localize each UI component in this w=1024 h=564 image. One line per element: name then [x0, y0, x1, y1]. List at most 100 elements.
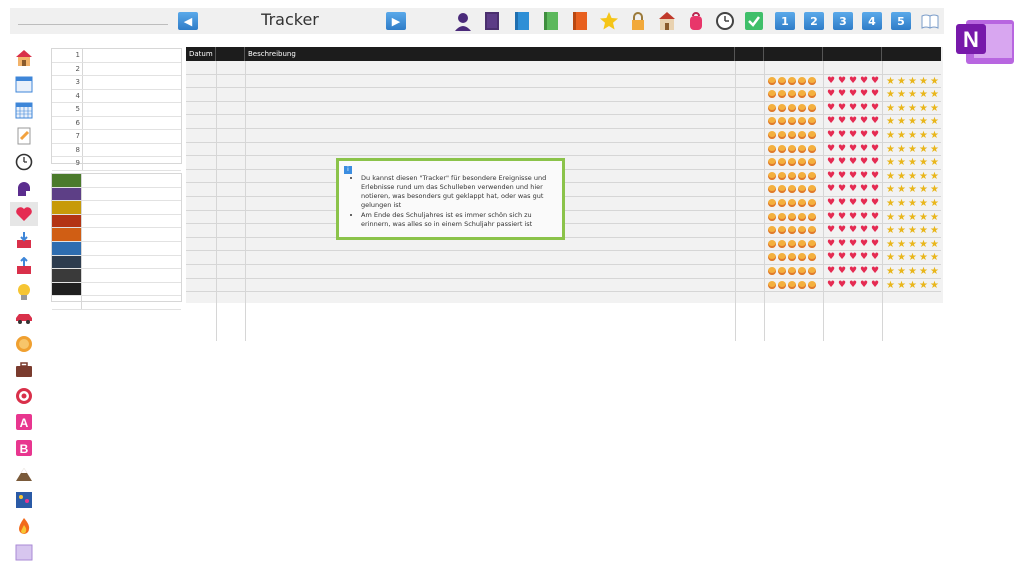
smiley-icon[interactable] [798, 117, 806, 126]
heart-icon[interactable]: ♥ [849, 253, 858, 262]
smiley-icon[interactable] [808, 212, 816, 221]
star-icon[interactable]: ★ [886, 253, 895, 263]
smiley-rating[interactable] [768, 239, 816, 248]
star-icon[interactable]: ★ [919, 117, 928, 127]
table-row[interactable]: ♥ ♥ ♥ ♥ ♥ ★ ★ ★ ★ ★ [186, 143, 941, 157]
heart-icon[interactable]: ♥ [871, 158, 880, 167]
color-row[interactable] [52, 187, 181, 202]
heart-rating[interactable]: ♥ ♥ ♥ ♥ ♥ [827, 76, 880, 86]
backpack-icon[interactable] [686, 11, 706, 31]
color-row[interactable] [52, 174, 181, 188]
star-icon[interactable]: ★ [919, 226, 928, 236]
smiley-icon[interactable] [798, 199, 806, 207]
smiley-icon[interactable] [808, 103, 816, 112]
sidebar-item-inbox-down[interactable] [10, 228, 38, 252]
star-icon[interactable]: ★ [886, 239, 895, 249]
star-icon[interactable]: ★ [886, 103, 895, 113]
smiley-icon[interactable] [778, 280, 786, 289]
heart-icon[interactable]: ♥ [838, 212, 847, 222]
star-icon[interactable]: ★ [897, 103, 906, 113]
heart-icon[interactable]: ♥ [838, 280, 847, 290]
table-row[interactable]: ♥ ♥ ♥ ♥ ♥ ★ ★ ★ ★ ★ [186, 129, 941, 143]
color-row[interactable] [52, 228, 181, 242]
star-icon[interactable]: ★ [919, 212, 928, 222]
color-row[interactable] [52, 241, 181, 256]
color-row[interactable] [52, 296, 181, 310]
list-item[interactable]: 6 [52, 116, 181, 130]
smiley-icon[interactable] [778, 226, 786, 235]
star-rating[interactable]: ★ ★ ★ ★ ★ [886, 267, 939, 277]
star-rating[interactable]: ★ ★ ★ ★ ★ [886, 144, 939, 154]
heart-icon[interactable]: ♥ [838, 131, 847, 140]
smiley-rating[interactable] [768, 226, 816, 235]
smiley-rating[interactable] [768, 117, 816, 126]
star-icon[interactable]: ★ [886, 144, 895, 154]
smiley-icon[interactable] [778, 185, 786, 194]
heart-icon[interactable]: ♥ [827, 117, 836, 126]
heart-icon[interactable]: ♥ [849, 144, 858, 154]
heart-icon[interactable]: ♥ [860, 103, 869, 113]
heart-icon[interactable]: ♥ [849, 267, 858, 276]
star-icon[interactable]: ★ [908, 212, 917, 222]
smiley-icon[interactable] [778, 131, 786, 139]
lock-icon[interactable] [628, 11, 648, 31]
star-icon[interactable]: ★ [897, 158, 906, 168]
star-icon[interactable]: ★ [897, 144, 906, 154]
checkmark-icon[interactable] [744, 11, 764, 31]
star-icon[interactable]: ★ [886, 199, 895, 209]
smiley-icon[interactable] [798, 239, 806, 248]
heart-icon[interactable]: ♥ [860, 158, 869, 167]
star-icon[interactable]: ★ [930, 253, 939, 263]
heart-icon[interactable]: ♥ [827, 212, 836, 222]
heart-icon[interactable]: ♥ [860, 117, 869, 126]
heart-rating[interactable]: ♥ ♥ ♥ ♥ ♥ [827, 226, 880, 235]
tab-1[interactable]: 1 [775, 12, 795, 30]
heart-rating[interactable]: ♥ ♥ ♥ ♥ ♥ [827, 239, 880, 249]
star-icon[interactable]: ★ [919, 185, 928, 195]
smiley-icon[interactable] [778, 253, 786, 262]
star-icon[interactable]: ★ [908, 267, 917, 277]
color-row[interactable] [52, 282, 181, 297]
heart-icon[interactable]: ♥ [838, 239, 847, 249]
list-item[interactable]: 8 [52, 143, 181, 157]
sidebar-item-calendar[interactable] [10, 72, 38, 96]
smiley-icon[interactable] [808, 239, 816, 248]
star-icon[interactable]: ★ [930, 199, 939, 209]
star-icon[interactable]: ★ [897, 226, 906, 236]
star-icon[interactable]: ★ [919, 267, 928, 277]
color-label[interactable] [82, 242, 181, 255]
smiley-icon[interactable] [798, 267, 806, 275]
star-icon[interactable]: ★ [897, 280, 906, 290]
heart-rating[interactable]: ♥ ♥ ♥ ♥ ♥ [827, 199, 880, 208]
smiley-icon[interactable] [808, 226, 816, 235]
person-icon[interactable] [453, 11, 473, 31]
row-value[interactable] [83, 117, 181, 130]
tab-4[interactable]: 4 [862, 12, 882, 30]
smiley-icon[interactable] [778, 267, 786, 275]
heart-rating[interactable]: ♥ ♥ ♥ ♥ ♥ [827, 212, 880, 222]
star-rating[interactable]: ★ ★ ★ ★ ★ [886, 239, 939, 249]
heart-icon[interactable]: ♥ [871, 131, 880, 140]
list-item[interactable]: 7 [52, 130, 181, 144]
smiley-icon[interactable] [768, 131, 776, 139]
sidebar-item-target[interactable] [10, 384, 38, 408]
star-icon[interactable]: ★ [886, 267, 895, 277]
heart-icon[interactable]: ♥ [860, 199, 869, 208]
notebook-orange-icon[interactable] [570, 11, 590, 31]
star-icon[interactable]: ★ [897, 76, 906, 86]
star-rating[interactable]: ★ ★ ★ ★ ★ [886, 76, 939, 86]
smiley-icon[interactable] [808, 144, 816, 153]
heart-rating[interactable]: ♥ ♥ ♥ ♥ ♥ [827, 267, 880, 276]
heart-icon[interactable]: ♥ [827, 185, 836, 194]
color-label[interactable] [82, 228, 181, 241]
sidebar-item-inbox-up[interactable] [10, 254, 38, 278]
star-icon[interactable]: ★ [919, 171, 928, 181]
star-icon[interactable]: ★ [908, 171, 917, 181]
heart-icon[interactable]: ♥ [860, 239, 869, 249]
row-value[interactable] [83, 144, 181, 157]
smiley-icon[interactable] [768, 171, 776, 180]
star-icon[interactable]: ★ [919, 144, 928, 154]
row-value[interactable] [83, 157, 181, 170]
smiley-icon[interactable] [788, 226, 796, 235]
heart-icon[interactable]: ♥ [871, 253, 880, 262]
